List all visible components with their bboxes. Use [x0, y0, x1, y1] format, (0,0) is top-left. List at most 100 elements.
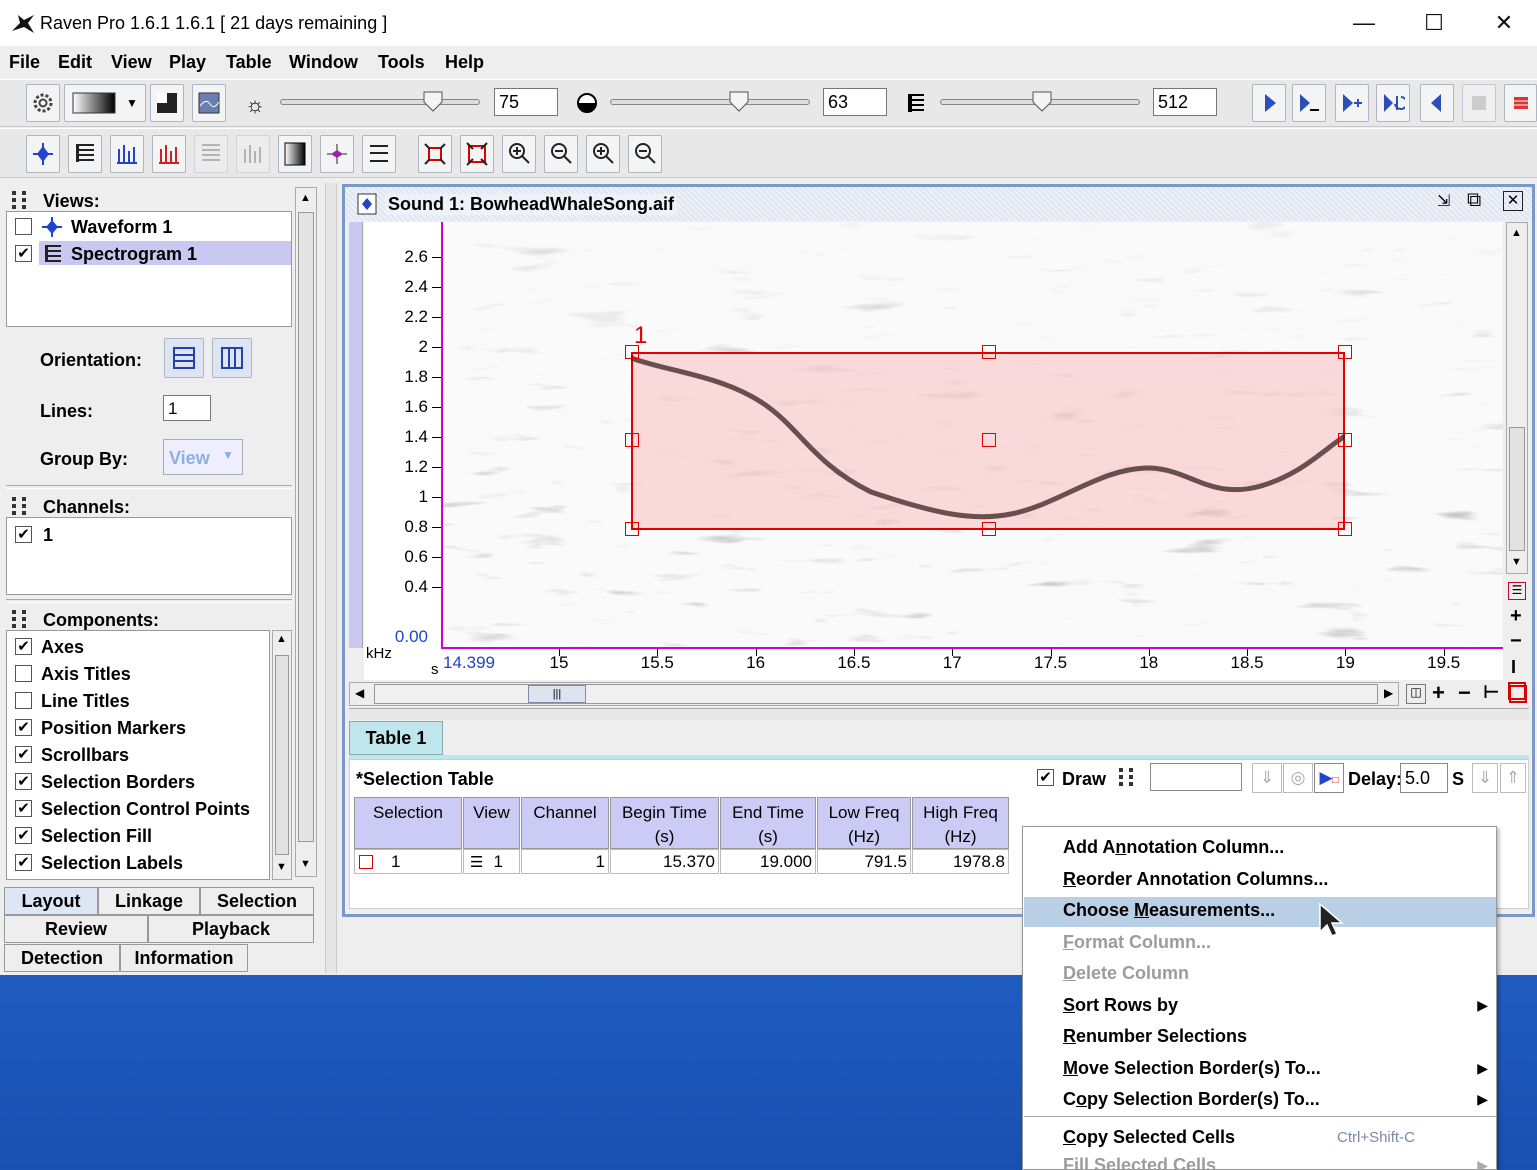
- zoom-all-button[interactable]: [460, 135, 494, 173]
- component-item[interactable]: Selection Fill: [41, 826, 152, 847]
- component-checkbox[interactable]: ✔: [15, 854, 32, 871]
- lines-field[interactable]: 1: [163, 395, 211, 421]
- move-up-icon[interactable]: ⇑: [1500, 763, 1526, 793]
- zoom-out-time-button[interactable]: [544, 135, 578, 173]
- record-button[interactable]: [1504, 84, 1537, 122]
- components-grip-icon[interactable]: [10, 608, 30, 630]
- table-column-header[interactable]: Channel: [521, 797, 609, 849]
- table-column-header[interactable]: Low Freq (Hz): [817, 797, 911, 849]
- component-item[interactable]: Selection Control Points: [41, 799, 250, 820]
- close-sound-icon[interactable]: ✕: [1503, 191, 1523, 211]
- menu-view[interactable]: View: [111, 52, 152, 73]
- scroll-down-icon[interactable]: ▼: [276, 861, 287, 873]
- spectrogram-color-button[interactable]: [320, 135, 354, 173]
- view-frequency-icon[interactable]: ☰: [1508, 582, 1526, 600]
- new-selection-spectrum-button[interactable]: [152, 135, 186, 173]
- panel-splitter[interactable]: [325, 183, 337, 973]
- center-selection-icon[interactable]: ◎: [1283, 763, 1313, 793]
- contrast-slider[interactable]: [610, 99, 810, 105]
- new-spectrogram-button[interactable]: [68, 135, 102, 173]
- component-item[interactable]: Selection Labels: [41, 853, 183, 874]
- table-cell[interactable]: 1978.8: [912, 849, 1009, 874]
- table-column-header[interactable]: View: [463, 797, 520, 849]
- table-column-header[interactable]: Begin Time (s): [610, 797, 719, 849]
- context-menu-item[interactable]: Reorder Annotation Columns...: [1063, 869, 1328, 890]
- table-cell[interactable]: ☰ 1: [463, 849, 520, 874]
- context-menu-item[interactable]: Renumber Selections: [1063, 1026, 1247, 1047]
- component-checkbox[interactable]: ✔: [15, 746, 32, 763]
- stop-button[interactable]: [1462, 84, 1496, 122]
- component-item[interactable]: Scrollbars: [41, 745, 129, 766]
- group-by-dropdown[interactable]: View ▼: [163, 439, 243, 475]
- play-selection-button[interactable]: [1335, 84, 1369, 122]
- play-button[interactable]: [1252, 84, 1286, 122]
- table-column-header[interactable]: High Freq (Hz): [912, 797, 1009, 849]
- table-column-header[interactable]: Selection: [354, 797, 462, 849]
- brightness-slider[interactable]: [280, 99, 480, 105]
- component-item[interactable]: Selection Borders: [41, 772, 195, 793]
- selection-control-point[interactable]: [625, 522, 639, 536]
- scroll-right-icon[interactable]: ▶: [1384, 686, 1393, 700]
- table-splitter[interactable]: [349, 708, 1529, 720]
- menu-file[interactable]: File: [9, 52, 40, 73]
- orientation-vertical-button[interactable]: [212, 338, 252, 378]
- maximize-sound-icon[interactable]: ⧉: [1467, 189, 1481, 212]
- component-checkbox[interactable]: [15, 692, 32, 709]
- tab-review[interactable]: Review: [4, 915, 148, 943]
- component-item[interactable]: Position Markers: [41, 718, 186, 739]
- table-cell[interactable]: 791.5: [817, 849, 911, 874]
- component-checkbox[interactable]: ✔: [15, 800, 32, 817]
- zoom-in-vertical-icon[interactable]: +: [1510, 605, 1522, 628]
- play-reverse-button[interactable]: [1420, 84, 1454, 122]
- menu-help[interactable]: Help: [445, 52, 484, 73]
- zoom-in-time-button[interactable]: [502, 135, 536, 173]
- draw-checkbox[interactable]: ✔: [1037, 769, 1054, 786]
- component-item[interactable]: Line Titles: [41, 691, 130, 712]
- menu-play[interactable]: Play: [169, 52, 206, 73]
- zoom-fit-vertical-icon[interactable]: I: [1511, 657, 1516, 678]
- grayscale-view-button[interactable]: [278, 135, 312, 173]
- scroll-up-icon[interactable]: ▲: [300, 192, 311, 204]
- size-slider-thumb[interactable]: [1031, 90, 1053, 112]
- context-menu-item[interactable]: Move Selection Border(s) To...: [1063, 1058, 1321, 1079]
- selection-control-point[interactable]: [982, 433, 996, 447]
- new-waveform-button[interactable]: [26, 135, 60, 173]
- component-checkbox[interactable]: [15, 665, 32, 682]
- component-checkbox[interactable]: ✔: [15, 827, 32, 844]
- side-panel-scrollbar[interactable]: ▲ ▼: [295, 187, 317, 877]
- contrast-value-field[interactable]: 63: [823, 88, 887, 116]
- delay-field[interactable]: 5.0: [1400, 763, 1448, 793]
- vertical-scrollbar[interactable]: ▲ ▼: [1506, 222, 1528, 574]
- table-cell[interactable]: 15.370: [610, 849, 719, 874]
- table-cell[interactable]: 1: [354, 849, 462, 874]
- zoom-out-vertical-icon[interactable]: −: [1510, 630, 1522, 653]
- move-down-icon[interactable]: ⇓: [1472, 763, 1498, 793]
- vertical-scroll-thumb[interactable]: [1509, 427, 1525, 551]
- tab-selection[interactable]: Selection: [200, 887, 314, 915]
- scroll-up-icon[interactable]: ▲: [1511, 227, 1522, 239]
- views-grip-icon[interactable]: [10, 189, 30, 211]
- size-value-field[interactable]: 512: [1153, 88, 1217, 116]
- table-column-header[interactable]: End Time (s): [720, 797, 816, 849]
- smoothing-button[interactable]: [192, 84, 226, 122]
- scroll-down-icon[interactable]: ▼: [300, 858, 311, 870]
- settings-button[interactable]: [26, 84, 60, 122]
- draw-grip-icon[interactable]: [1117, 766, 1137, 788]
- waveform-1-checkbox[interactable]: [15, 218, 32, 235]
- scroll-left-icon[interactable]: ◀: [355, 686, 364, 700]
- context-menu-item[interactable]: Choose Measurements...: [1063, 900, 1275, 921]
- zoom-selection-horizontal-icon[interactable]: [1509, 685, 1527, 703]
- context-menu-item[interactable]: Copy Selection Border(s) To...: [1063, 1089, 1320, 1110]
- zoom-fit-horizontal-icon[interactable]: ⊢: [1483, 682, 1499, 703]
- tab-table-1[interactable]: Table 1: [349, 721, 443, 755]
- menu-window[interactable]: Window: [289, 52, 358, 73]
- tab-detection[interactable]: Detection: [4, 944, 120, 972]
- component-checkbox[interactable]: ✔: [15, 638, 32, 655]
- context-menu-item[interactable]: Add Annotation Column...: [1063, 837, 1284, 858]
- tab-linkage[interactable]: Linkage: [98, 887, 200, 915]
- zoom-in-horizontal-icon[interactable]: +: [1432, 680, 1445, 706]
- component-item[interactable]: Axes: [41, 637, 84, 658]
- orientation-horizontal-button[interactable]: [164, 338, 204, 378]
- scroll-up-icon[interactable]: ▲: [276, 633, 287, 645]
- zoom-out-horizontal-icon[interactable]: −: [1458, 680, 1471, 706]
